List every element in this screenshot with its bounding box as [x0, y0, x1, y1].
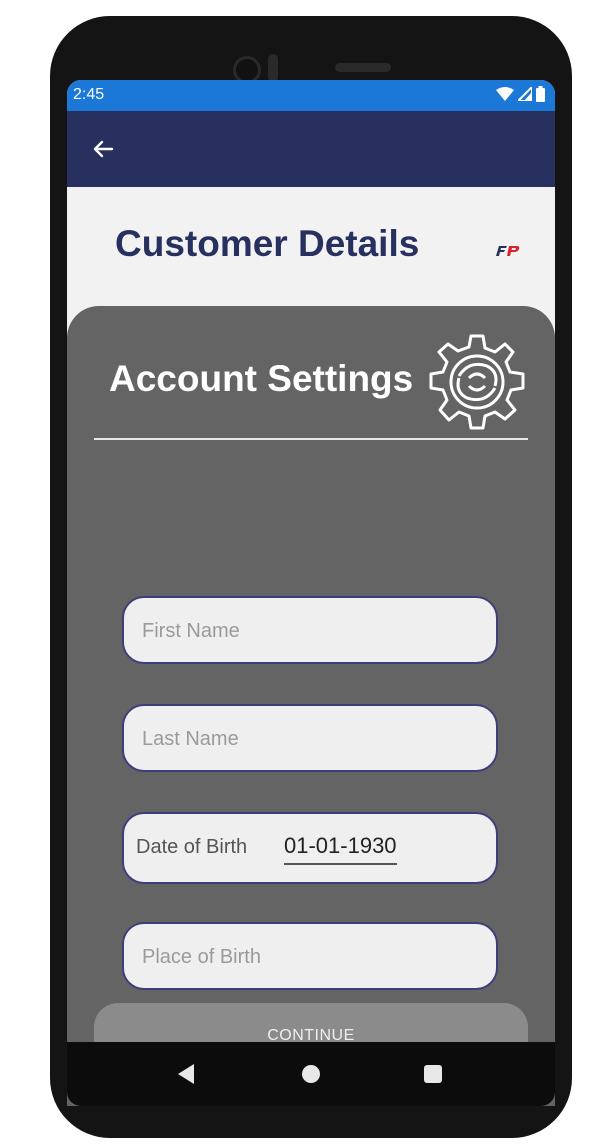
date-of-birth-label: Date of Birth	[136, 836, 248, 858]
status-bar: 2:45	[67, 80, 555, 111]
last-name-field[interactable]	[122, 704, 498, 772]
arrow-left-icon	[93, 140, 114, 158]
status-time: 2:45	[73, 86, 105, 103]
first-name-field[interactable]	[122, 596, 498, 664]
account-settings-panel: Account Settings Date of Birth 01-01-193…	[67, 306, 555, 1106]
speaker-grille	[335, 63, 391, 72]
sensor-icon	[268, 54, 278, 82]
nav-recents-icon[interactable]	[424, 1065, 442, 1083]
place-of-birth-field[interactable]	[122, 922, 498, 990]
panel-title: Account Settings	[109, 358, 414, 399]
back-button[interactable]	[85, 131, 121, 167]
date-of-birth-field[interactable]: Date of Birth 01-01-1930	[122, 812, 498, 884]
divider	[94, 438, 528, 440]
last-name-input[interactable]	[140, 706, 474, 772]
first-name-input[interactable]	[140, 598, 474, 664]
brand-logo	[496, 246, 520, 256]
phone-screen: 2:45 Customer Details Account Settings F…	[67, 80, 555, 1106]
gear-icon	[429, 334, 525, 430]
navigation-bar	[67, 1042, 555, 1106]
page-title: Customer Details	[115, 223, 420, 264]
nav-back-icon[interactable]	[178, 1064, 194, 1084]
date-of-birth-picker[interactable]: 01-01-1930	[284, 833, 397, 865]
signal-icon	[518, 87, 532, 101]
header: Customer Details	[67, 187, 555, 307]
place-of-birth-input[interactable]	[140, 924, 474, 990]
nav-home-icon[interactable]	[302, 1065, 320, 1083]
app-bar	[67, 111, 555, 187]
battery-icon	[536, 86, 545, 102]
status-icons	[496, 86, 545, 102]
wifi-icon	[496, 87, 514, 101]
